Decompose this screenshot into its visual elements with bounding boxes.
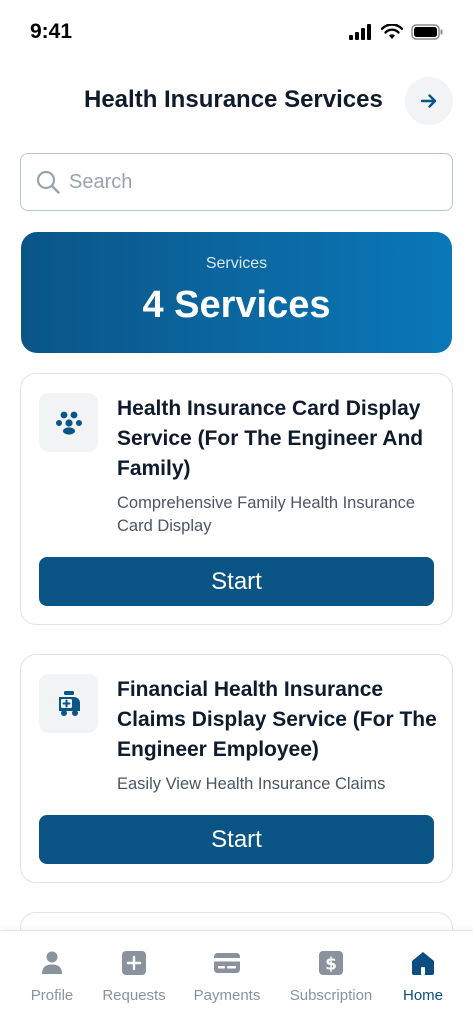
ambulance-icon — [58, 690, 80, 716]
svg-text:$: $ — [325, 955, 337, 975]
start-button[interactable]: Start — [39, 557, 434, 606]
nav-label: Requests — [102, 987, 166, 1004]
services-count-banner: Services 4 Services — [21, 232, 452, 353]
person-icon — [38, 949, 66, 977]
card-icon — [213, 949, 241, 977]
nav-label: Profile — [30, 987, 74, 1004]
card-icon-container — [39, 674, 98, 733]
service-description: Comprehensive Family Health Insurance Ca… — [117, 494, 416, 535]
service-card: Financial Health Insurance Claims Displa… — [20, 654, 453, 883]
status-icons — [349, 24, 443, 40]
search-box[interactable] — [20, 153, 453, 211]
service-card: Health Insurance Card Display Service (F… — [20, 373, 453, 625]
service-title: Health Insurance Card Display Service (F… — [117, 397, 424, 480]
service-description: Easily View Health Insurance Claims — [117, 775, 386, 793]
page-title: Health Insurance Services — [84, 86, 383, 113]
card-icon-container — [39, 393, 98, 452]
nav-label: Payments — [193, 987, 261, 1004]
family-icon — [55, 411, 82, 435]
dollar-icon: $ — [317, 949, 345, 977]
banner-count: 4 Services — [142, 284, 331, 326]
service-title: Financial Health Insurance Claims Displa… — [117, 678, 437, 761]
status-time: 9:41 — [30, 20, 73, 43]
nav-item-payments[interactable]: Payments — [190, 949, 264, 1019]
nav-item-profile[interactable]: Profile — [22, 949, 82, 1019]
plus-square-icon — [120, 949, 148, 977]
nav-label: Subscription — [289, 987, 373, 1004]
bottom-nav: Profile Requests Payments $ Subscription… — [0, 930, 473, 1024]
status-bar: 9:41 — [0, 0, 473, 64]
nav-item-home[interactable]: Home — [396, 949, 450, 1019]
header: Health Insurance Services — [0, 74, 473, 128]
search-icon — [36, 170, 60, 194]
nav-item-requests[interactable]: Requests — [99, 949, 169, 1019]
arrow-right-icon — [420, 94, 437, 108]
signal-icon — [349, 24, 371, 40]
nav-item-subscription[interactable]: $ Subscription — [285, 949, 377, 1019]
wifi-icon — [381, 24, 403, 39]
battery-icon — [411, 24, 443, 40]
search-input[interactable] — [69, 170, 429, 194]
start-button[interactable]: Start — [39, 815, 434, 864]
home-icon — [409, 949, 437, 977]
banner-label: Services — [205, 255, 268, 272]
nav-label: Home — [402, 987, 443, 1004]
back-button[interactable] — [405, 77, 453, 125]
